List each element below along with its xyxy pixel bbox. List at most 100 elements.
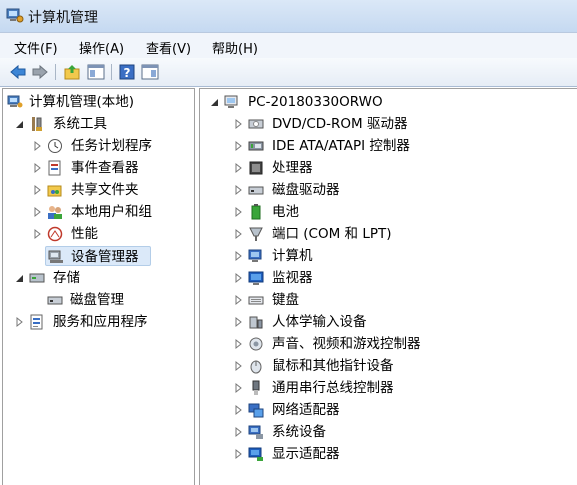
device-category-item[interactable]: 计算机 [234, 246, 464, 266]
menu-help[interactable]: 帮助(H) [212, 38, 258, 57]
expand-arrow-icon[interactable] [234, 404, 244, 416]
tree-item-services-apps[interactable]: 服务和应用程序 [15, 312, 185, 332]
sound-icon [248, 336, 264, 352]
device-category-item[interactable]: 键盘 [234, 290, 464, 310]
up-folder-button[interactable] [63, 63, 81, 81]
help-button[interactable]: ? [118, 63, 136, 81]
forward-button[interactable] [31, 63, 49, 81]
device-category-item[interactable]: 系统设备 [234, 422, 464, 442]
expand-arrow-icon[interactable] [234, 140, 244, 152]
tree-item-system-tools[interactable]: 系统工具 [15, 114, 185, 134]
expand-arrow-icon[interactable] [234, 118, 244, 130]
expand-arrow-icon[interactable] [234, 250, 244, 262]
monitor-icon [248, 270, 264, 286]
expand-arrow-icon[interactable] [234, 448, 244, 460]
collapse-arrow-icon[interactable] [15, 272, 25, 284]
processor-icon [248, 160, 264, 176]
help-icon: ? [119, 64, 135, 80]
device-category-item[interactable]: 人体学输入设备 [234, 312, 464, 332]
expand-arrow-icon[interactable] [234, 294, 244, 306]
menu-bar: 文件(F) 操作(A) 查看(V) 帮助(H) [0, 32, 577, 59]
tree-item-task-scheduler[interactable]: 任务计划程序 [33, 136, 183, 156]
device-category-label: 通用串行总线控制器 [272, 380, 394, 396]
device-category-label: 网络适配器 [272, 402, 340, 418]
tree-item-event-viewer[interactable]: 事件查看器 [33, 158, 183, 178]
back-arrow-icon [10, 64, 26, 80]
performance-icon [47, 226, 63, 242]
device-category-item[interactable]: 声音、视频和游戏控制器 [234, 334, 464, 354]
expand-arrow-icon[interactable] [33, 140, 43, 152]
device-manager-icon [48, 249, 64, 265]
tree-item-disk-management[interactable]: 磁盘管理 [47, 290, 187, 310]
expand-arrow-icon[interactable] [234, 228, 244, 240]
system-tools-icon [29, 116, 45, 132]
menu-file[interactable]: 文件(F) [14, 38, 58, 57]
device-tree-root[interactable]: PC-20180330ORWO [210, 92, 430, 112]
device-category-item[interactable]: 显示适配器 [234, 444, 464, 464]
expand-arrow-icon[interactable] [234, 162, 244, 174]
tree-item-storage[interactable]: 存储 [15, 268, 185, 288]
tree-item-computer-management[interactable]: 计算机管理(本地) [7, 92, 192, 112]
expand-arrow-icon[interactable] [33, 162, 43, 174]
tree-label: 本地用户和组 [71, 204, 152, 220]
device-category-label: 电池 [272, 204, 299, 220]
svg-text:?: ? [124, 66, 131, 80]
device-category-item[interactable]: 监视器 [234, 268, 464, 288]
device-category-item[interactable]: 网络适配器 [234, 400, 464, 420]
tree-label: 磁盘管理 [70, 292, 124, 308]
expand-arrow-icon[interactable] [33, 184, 43, 196]
event-viewer-icon [47, 160, 63, 176]
collapse-arrow-icon[interactable] [210, 96, 220, 108]
collapse-arrow-icon[interactable] [15, 118, 25, 130]
expand-arrow-icon[interactable] [234, 316, 244, 328]
expand-arrow-icon[interactable] [234, 206, 244, 218]
device-category-label: DVD/CD-ROM 驱动器 [272, 116, 408, 132]
expand-arrow-icon[interactable] [234, 426, 244, 438]
expand-arrow-icon[interactable] [234, 272, 244, 284]
tree-item-device-manager[interactable]: 设备管理器 [45, 246, 151, 266]
computer-management-icon [7, 94, 23, 110]
device-category-label: 显示适配器 [272, 446, 340, 462]
device-category-label: IDE ATA/ATAPI 控制器 [272, 138, 410, 154]
tree-item-shared-folders[interactable]: 共享文件夹 [33, 180, 183, 200]
mouse-icon [248, 358, 264, 374]
forward-arrow-icon [32, 64, 48, 80]
expand-arrow-icon[interactable] [15, 316, 25, 328]
device-category-item[interactable]: 端口 (COM 和 LPT) [234, 224, 464, 244]
device-category-label: 磁盘驱动器 [272, 182, 340, 198]
system-device-icon [248, 424, 264, 440]
device-category-label: 系统设备 [272, 424, 326, 440]
device-category-item[interactable]: DVD/CD-ROM 驱动器 [234, 114, 464, 134]
toolbar: ? [0, 58, 577, 87]
usb-icon [248, 380, 264, 396]
computer-name: PC-20180330ORWO [248, 94, 383, 110]
ide-controller-icon [248, 138, 264, 154]
title-bar: 计算机管理 [0, 0, 577, 32]
disk-drive-icon [248, 182, 264, 198]
device-category-item[interactable]: IDE ATA/ATAPI 控制器 [234, 136, 464, 156]
expand-arrow-icon[interactable] [234, 338, 244, 350]
show-action-pane-button[interactable] [141, 63, 159, 81]
menu-action[interactable]: 操作(A) [79, 38, 124, 57]
expand-arrow-icon[interactable] [234, 360, 244, 372]
device-category-item[interactable]: 通用串行总线控制器 [234, 378, 464, 398]
battery-icon [248, 204, 264, 220]
show-hide-tree-button[interactable] [87, 63, 105, 81]
device-category-item[interactable]: 处理器 [234, 158, 464, 178]
device-category-item[interactable]: 磁盘驱动器 [234, 180, 464, 200]
tree-item-performance[interactable]: 性能 [33, 224, 183, 244]
expand-arrow-icon[interactable] [33, 228, 43, 240]
expand-arrow-icon[interactable] [33, 206, 43, 218]
clock-icon [47, 138, 63, 154]
back-button[interactable] [9, 63, 27, 81]
device-category-label: 处理器 [272, 160, 313, 176]
expand-arrow-icon[interactable] [234, 184, 244, 196]
menu-view[interactable]: 查看(V) [146, 38, 191, 57]
tree-item-local-users[interactable]: 本地用户和组 [33, 202, 183, 222]
computer-icon [248, 248, 264, 264]
tree-label: 服务和应用程序 [53, 314, 148, 330]
device-category-item[interactable]: 电池 [234, 202, 464, 222]
device-category-item[interactable]: 鼠标和其他指针设备 [234, 356, 464, 376]
expand-arrow-icon[interactable] [234, 382, 244, 394]
tree-label: 共享文件夹 [71, 182, 139, 198]
